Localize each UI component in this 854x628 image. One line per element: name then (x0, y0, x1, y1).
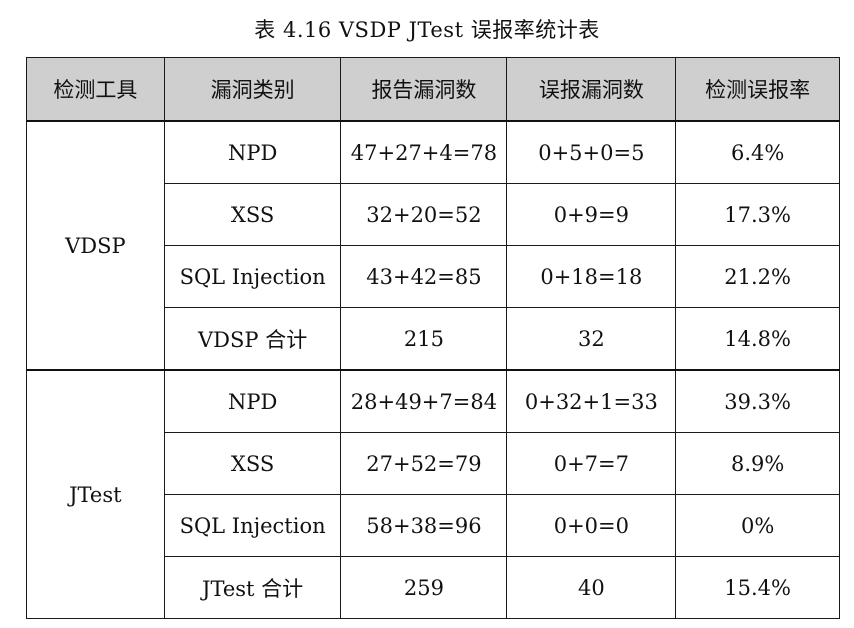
category-cell: NPD (163, 369, 342, 433)
table-caption: 表 4.16 VSDP JTest 误报率统计表 (254, 18, 600, 42)
category-cell: SQL Injection (163, 494, 342, 557)
rate-cell: 21.2% (675, 245, 840, 308)
category-cell: XSS (163, 183, 342, 246)
header-tool: 检测工具 (26, 57, 165, 122)
false-report-rate-table: 检测工具 漏洞类别 报告漏洞数 误报漏洞数 检测误报率 VDSP NPD 47+… (26, 57, 840, 619)
reported-cell: 32+20=52 (340, 183, 508, 246)
table-row: VDSP NPD 47+27+4=78 0+5+0=5 6.4% (26, 120, 840, 371)
header-row: 检测工具 漏洞类别 报告漏洞数 误报漏洞数 检测误报率 (26, 57, 840, 122)
rate-cell: 0% (675, 494, 840, 557)
category-cell: XSS (163, 432, 342, 495)
false-reports-cell: 32 (506, 307, 677, 371)
header-category: 漏洞类别 (163, 57, 342, 122)
rate-cell: 8.9% (675, 432, 840, 495)
reported-cell: 215 (340, 307, 508, 371)
reported-cell: 259 (340, 556, 508, 619)
rate-cell: 15.4% (675, 556, 840, 619)
false-reports-cell: 40 (506, 556, 677, 619)
reported-cell: 47+27+4=78 (340, 120, 508, 184)
false-reports-cell: 0+0=0 (506, 494, 677, 557)
reported-cell: 27+52=79 (340, 432, 508, 495)
category-cell: SQL Injection (163, 245, 342, 308)
table-row: JTest NPD 28+49+7=84 0+32+1=33 39.3% (26, 369, 840, 619)
false-reports-cell: 0+18=18 (506, 245, 677, 308)
header-rate: 检测误报率 (675, 57, 840, 122)
tool-cell-vdsp: VDSP (26, 120, 165, 371)
reported-cell: 28+49+7=84 (340, 369, 508, 433)
rate-cell: 14.8% (675, 307, 840, 371)
rate-cell: 17.3% (675, 183, 840, 246)
rate-cell: 39.3% (675, 369, 840, 433)
header-false-reports: 误报漏洞数 (506, 57, 677, 122)
category-cell: NPD (163, 120, 342, 184)
reported-cell: 43+42=85 (340, 245, 508, 308)
false-reports-cell: 0+7=7 (506, 432, 677, 495)
reported-cell: 58+38=96 (340, 494, 508, 557)
false-reports-cell: 0+9=9 (506, 183, 677, 246)
false-reports-cell: 0+32+1=33 (506, 369, 677, 433)
category-cell: JTest 合计 (163, 556, 342, 619)
tool-cell-jtest: JTest (26, 369, 165, 619)
rate-cell: 6.4% (675, 120, 840, 184)
header-reported: 报告漏洞数 (340, 57, 508, 122)
false-reports-cell: 0+5+0=5 (506, 120, 677, 184)
category-cell: VDSP 合计 (163, 307, 342, 371)
